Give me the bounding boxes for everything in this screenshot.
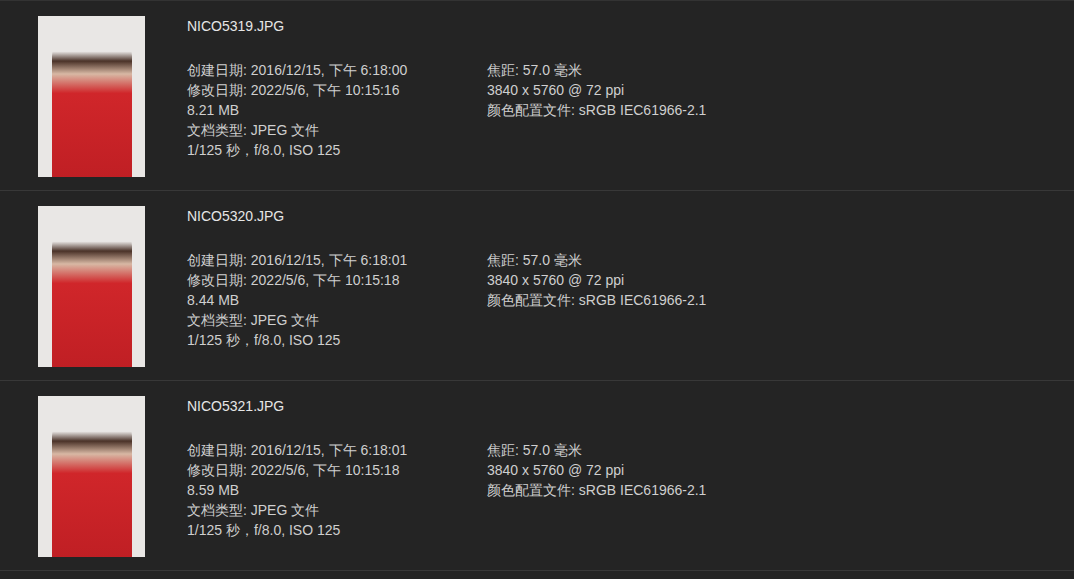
detail-line: 3840 x 5760 @ 72 ppi <box>487 80 706 100</box>
details: 创建日期: 2016/12/15, 下午 6:18:01修改日期: 2022/5… <box>187 250 706 350</box>
photo-thumbnail[interactable] <box>38 16 145 177</box>
detail-line: 创建日期: 2016/12/15, 下午 6:18:01 <box>187 250 487 270</box>
details-right: 焦距: 57.0 毫米3840 x 5760 @ 72 ppi颜色配置文件: s… <box>487 440 706 540</box>
detail-line: 3840 x 5760 @ 72 ppi <box>487 460 706 480</box>
file-name: NICO5320.JPG <box>187 206 706 226</box>
detail-line: 焦距: 57.0 毫米 <box>487 60 706 80</box>
detail-line: 颜色配置文件: sRGB IEC61966-2.1 <box>487 480 706 500</box>
detail-line: 创建日期: 2016/12/15, 下午 6:18:00 <box>187 60 487 80</box>
detail-line: 修改日期: 2022/5/6, 下午 10:15:18 <box>187 460 487 480</box>
file-info: NICO5320.JPG 创建日期: 2016/12/15, 下午 6:18:01… <box>187 206 706 350</box>
detail-line: 焦距: 57.0 毫米 <box>487 440 706 460</box>
detail-line: 文档类型: JPEG 文件 <box>187 500 487 520</box>
detail-line: 颜色配置文件: sRGB IEC61966-2.1 <box>487 100 706 120</box>
detail-line: 修改日期: 2022/5/6, 下午 10:15:18 <box>187 270 487 290</box>
file-row[interactable]: NICO5321.JPG 创建日期: 2016/12/15, 下午 6:18:01… <box>0 381 1074 571</box>
photo-subject <box>52 396 132 557</box>
photo-subject <box>52 206 132 367</box>
details-left: 创建日期: 2016/12/15, 下午 6:18:00修改日期: 2022/5… <box>187 60 487 160</box>
details: 创建日期: 2016/12/15, 下午 6:18:00修改日期: 2022/5… <box>187 60 706 160</box>
detail-line: 修改日期: 2022/5/6, 下午 10:15:16 <box>187 80 487 100</box>
file-row[interactable]: NICO5319.JPG 创建日期: 2016/12/15, 下午 6:18:00… <box>0 1 1074 191</box>
file-list: NICO5319.JPG 创建日期: 2016/12/15, 下午 6:18:00… <box>0 0 1074 579</box>
photo-thumbnail[interactable] <box>38 396 145 557</box>
details-right: 焦距: 57.0 毫米3840 x 5760 @ 72 ppi颜色配置文件: s… <box>487 250 706 350</box>
file-info: NICO5321.JPG 创建日期: 2016/12/15, 下午 6:18:01… <box>187 396 706 540</box>
details: 创建日期: 2016/12/15, 下午 6:18:01修改日期: 2022/5… <box>187 440 706 540</box>
file-name: NICO5321.JPG <box>187 396 706 416</box>
detail-line: 3840 x 5760 @ 72 ppi <box>487 270 706 290</box>
file-info: NICO5319.JPG 创建日期: 2016/12/15, 下午 6:18:00… <box>187 16 706 160</box>
details-left: 创建日期: 2016/12/15, 下午 6:18:01修改日期: 2022/5… <box>187 250 487 350</box>
file-name: NICO5319.JPG <box>187 16 706 36</box>
photo-thumbnail[interactable] <box>38 206 145 367</box>
details-right: 焦距: 57.0 毫米3840 x 5760 @ 72 ppi颜色配置文件: s… <box>487 60 706 160</box>
detail-line: 8.21 MB <box>187 100 487 120</box>
detail-line: 8.44 MB <box>187 290 487 310</box>
detail-line: 文档类型: JPEG 文件 <box>187 120 487 140</box>
detail-line: 1/125 秒，f/8.0, ISO 125 <box>187 330 487 350</box>
detail-line: 创建日期: 2016/12/15, 下午 6:18:01 <box>187 440 487 460</box>
detail-line: 8.59 MB <box>187 480 487 500</box>
detail-line: 焦距: 57.0 毫米 <box>487 250 706 270</box>
detail-line: 颜色配置文件: sRGB IEC61966-2.1 <box>487 290 706 310</box>
details-left: 创建日期: 2016/12/15, 下午 6:18:01修改日期: 2022/5… <box>187 440 487 540</box>
detail-line: 1/125 秒，f/8.0, ISO 125 <box>187 520 487 540</box>
photo-subject <box>52 16 132 177</box>
detail-line: 1/125 秒，f/8.0, ISO 125 <box>187 140 487 160</box>
detail-line: 文档类型: JPEG 文件 <box>187 310 487 330</box>
file-row[interactable]: NICO5320.JPG 创建日期: 2016/12/15, 下午 6:18:01… <box>0 191 1074 381</box>
